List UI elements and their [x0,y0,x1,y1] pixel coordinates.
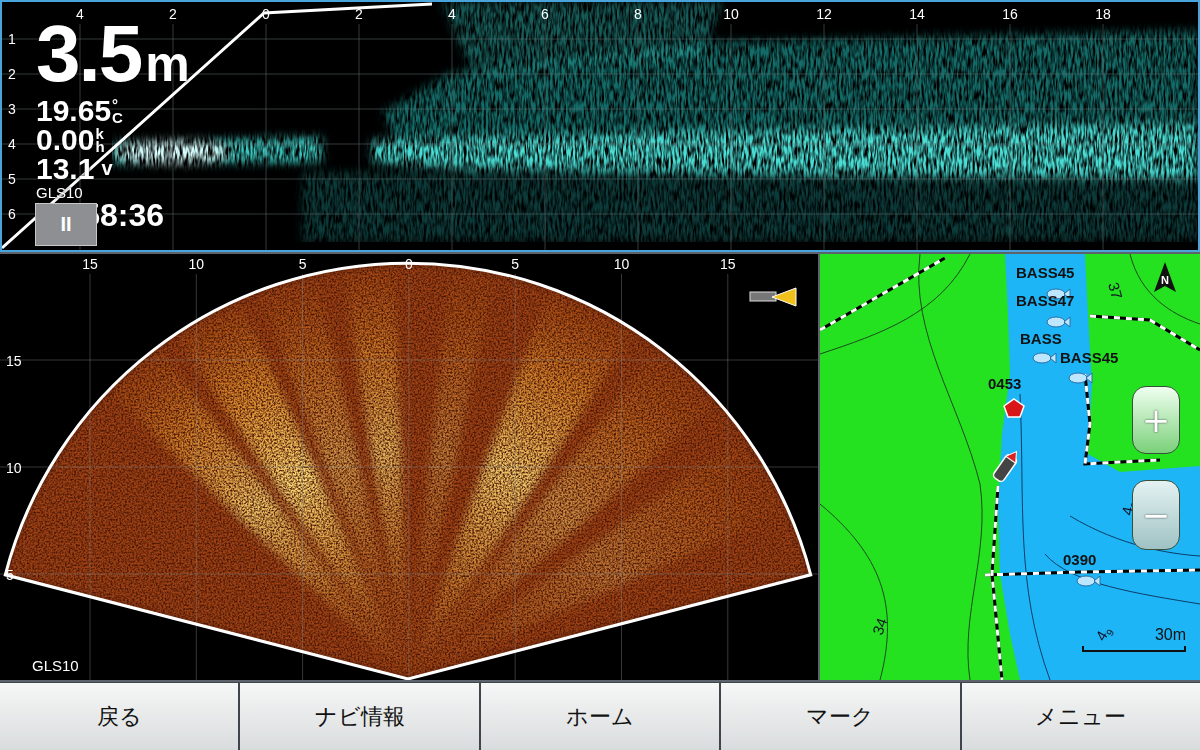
range-tick: 0 [405,256,413,272]
soft-key-button[interactable]: ナビ情報 [240,683,478,750]
depth-contour-label: 49 [1092,623,1116,645]
svg-text:N: N [1161,274,1169,286]
north-indicator: N [1154,262,1176,292]
waypoint-marker-icon[interactable] [1004,399,1024,417]
boat-icon [992,448,1021,483]
waypoint-label[interactable]: BASS45 [1016,264,1074,281]
range-tick: 10 [6,460,22,476]
depth-tick: 1 [8,31,16,47]
source-label: GLS10 [32,657,79,674]
transducer-icon [750,288,796,306]
fish-waypoint-icon[interactable] [1077,576,1100,586]
voltage: 13.1v [36,154,190,183]
live-sonar-panel: 15 10 5 0 5 10 15 15 10 5 GLS10 [0,254,818,680]
fishfinder-screen: 42024681012141618123456 3.5m 19.65 °C 0.… [0,0,1200,750]
depth-tick: 3 [8,101,16,117]
distance-tick: 0 [262,6,270,22]
soft-key-button[interactable]: メニュー [962,683,1200,750]
distance-tick: 16 [1002,6,1018,22]
pause-button[interactable]: II [35,203,97,246]
waypoint-label[interactable]: BASS47 [1016,292,1074,309]
distance-tick: 4 [448,6,456,22]
range-tick: 15 [720,256,736,272]
distance-tick: 14 [909,6,925,22]
source-label: GLS10 [36,185,190,201]
distance-tick: 2 [355,6,363,22]
depth-reading: 3.5m [36,16,190,96]
chart-view[interactable]: 37344949BASS45BASS47BASSBASS4504530390 [820,254,1200,680]
depth-tick: 4 [8,136,16,152]
scale-bar [1082,646,1186,652]
range-tick: 10 [614,256,630,272]
distance-tick: 2 [169,6,177,22]
distance-tick: 18 [1095,6,1111,22]
depth-tick: 2 [8,66,16,82]
fish-waypoint-icon[interactable] [1047,317,1070,327]
sonar-readout: 3.5m 19.65 °C 0.00 kh 13.1v GLS10 15:58:… [36,16,190,230]
depth-tick: 6 [8,206,16,222]
range-tick: 15 [6,353,22,369]
waypoint-label[interactable]: BASS45 [1060,349,1118,366]
down-sonar-panel: 42024681012141618123456 3.5m 19.65 °C 0.… [0,0,1200,252]
fish-waypoint-icon[interactable] [1033,353,1056,363]
distance-tick: 10 [723,6,739,22]
waypoint-label[interactable]: 0453 [988,375,1021,392]
speed: 0.00 kh [36,125,190,154]
soft-key-button[interactable]: ホーム [481,683,719,750]
chart-panel[interactable]: 37344949BASS45BASS47BASSBASS4504530390 N… [820,254,1200,680]
range-tick: 15 [82,256,98,272]
zoom-in-button[interactable]: + [1132,386,1180,454]
water-temperature: 19.65 °C [36,96,190,125]
waypoint-label[interactable]: 0390 [1063,551,1096,568]
depth-tick: 5 [8,171,16,187]
distance-tick: 12 [816,6,832,22]
range-tick: 5 [6,567,14,583]
distance-tick: 6 [541,6,549,22]
depth-contour-label: 37 [1105,280,1126,301]
soft-key-button[interactable]: マーク [721,683,959,750]
range-tick: 5 [299,256,307,272]
live-sonar-view: 15 10 5 0 5 10 15 15 10 5 [0,254,818,680]
north-arrow-icon: N [1154,262,1176,292]
range-tick: 10 [189,256,205,272]
depth-contour-label: 34 [869,616,891,637]
distance-tick: 8 [634,6,642,22]
soft-key-button[interactable]: 戻る [0,683,238,750]
range-tick: 5 [511,256,519,272]
fish-waypoint-icon[interactable] [1069,373,1092,383]
zoom-out-button[interactable]: − [1132,480,1180,550]
soft-key-bar: 戻るナビ情報ホームマークメニュー [0,682,1200,750]
waypoint-label[interactable]: BASS [1020,330,1062,347]
map-scale: 30m [1080,626,1186,652]
